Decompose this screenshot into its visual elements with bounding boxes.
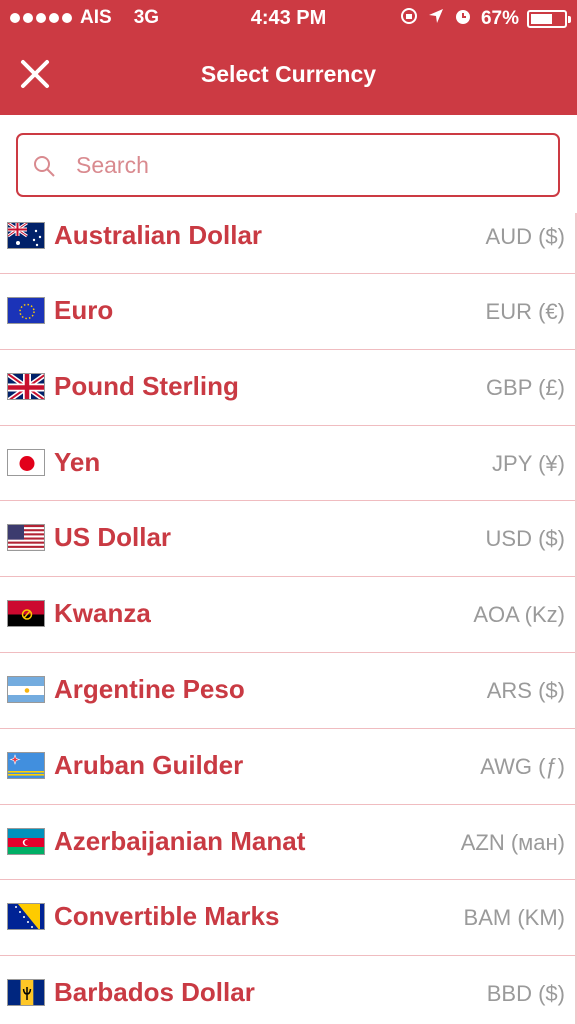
bosnia-flag-icon bbox=[7, 903, 45, 931]
barbados-flag-icon bbox=[7, 979, 45, 1007]
search-icon bbox=[34, 156, 55, 177]
usa-flag-icon bbox=[7, 524, 45, 552]
list-item[interactable]: Argentine Peso ARS ($) bbox=[0, 653, 577, 729]
eu-flag-icon bbox=[7, 297, 45, 324]
header-bar: AIS 3G 4:43 PM 67% Select Currency bbox=[0, 0, 577, 115]
azerbaijan-flag-icon bbox=[7, 827, 45, 855]
currency-code: AOA (Kz) bbox=[473, 602, 565, 628]
currency-name: Convertible Marks bbox=[54, 901, 280, 932]
currency-name: Azerbaijanian Manat bbox=[54, 825, 306, 856]
currency-code: EUR (€) bbox=[485, 299, 565, 324]
location-arrow-icon bbox=[427, 7, 445, 30]
currency-name: Pound Sterling bbox=[54, 370, 239, 401]
search-box[interactable] bbox=[16, 133, 560, 197]
battery-icon bbox=[527, 9, 571, 28]
currency-code: AUD ($) bbox=[485, 224, 565, 249]
currency-code: JPY (¥) bbox=[492, 450, 565, 476]
currency-name: Barbados Dollar bbox=[54, 977, 255, 1008]
list-item[interactable]: Euro EUR (€) bbox=[0, 274, 577, 350]
list-item[interactable]: Convertible Marks BAM (KM) bbox=[0, 880, 577, 957]
list-item[interactable]: Kwanza AOA (Kz) bbox=[0, 577, 577, 653]
currency-code: GBP (£) bbox=[485, 374, 565, 400]
currency-code: AWG (ƒ) bbox=[480, 753, 565, 779]
currency-list[interactable]: Australian Dollar AUD ($) Euro EUR (€) P… bbox=[0, 213, 577, 1024]
list-item[interactable]: Australian Dollar AUD ($) bbox=[0, 213, 577, 274]
aruba-flag-icon bbox=[7, 751, 45, 779]
currency-name: Argentine Peso bbox=[54, 673, 245, 704]
currency-name: Kwanza bbox=[54, 598, 151, 629]
status-bar: AIS 3G 4:43 PM 67% bbox=[0, 0, 577, 38]
battery-percent: 67% bbox=[480, 7, 519, 29]
list-item[interactable]: Barbados Dollar BBD ($) bbox=[0, 956, 577, 1024]
list-item[interactable]: Pound Sterling GBP (£) bbox=[0, 350, 577, 426]
search-input[interactable] bbox=[76, 135, 546, 195]
rotation-lock-icon bbox=[399, 6, 419, 31]
list-item[interactable]: US Dollar USD ($) bbox=[0, 501, 577, 578]
page-title: Select Currency bbox=[200, 61, 377, 87]
currency-code: USD ($) bbox=[485, 526, 565, 552]
japan-flag-icon bbox=[7, 448, 45, 476]
currency-name: US Dollar bbox=[54, 522, 172, 553]
argentina-flag-icon bbox=[7, 675, 45, 703]
currency-name: Yen bbox=[54, 446, 101, 477]
currency-code: BBD ($) bbox=[486, 981, 565, 1007]
status-right: 67% bbox=[399, 6, 571, 31]
list-item[interactable]: Yen JPY (¥) bbox=[0, 426, 577, 502]
currency-name: Aruban Guilder bbox=[54, 749, 244, 780]
list-item[interactable]: Aruban Guilder AWG (ƒ) bbox=[0, 729, 577, 805]
uk-flag-icon bbox=[7, 372, 45, 400]
currency-code: ARS ($) bbox=[486, 677, 565, 703]
angola-flag-icon bbox=[7, 600, 45, 628]
list-item[interactable]: Azerbaijanian Manat AZN (ман) bbox=[0, 805, 577, 881]
currency-code: BAM (KM) bbox=[463, 905, 565, 931]
currency-name: Euro bbox=[54, 295, 114, 325]
alarm-icon bbox=[453, 6, 473, 31]
currency-code: AZN (ман) bbox=[460, 829, 565, 855]
currency-name: Australian Dollar bbox=[54, 220, 263, 250]
australia-flag-icon bbox=[7, 222, 45, 249]
